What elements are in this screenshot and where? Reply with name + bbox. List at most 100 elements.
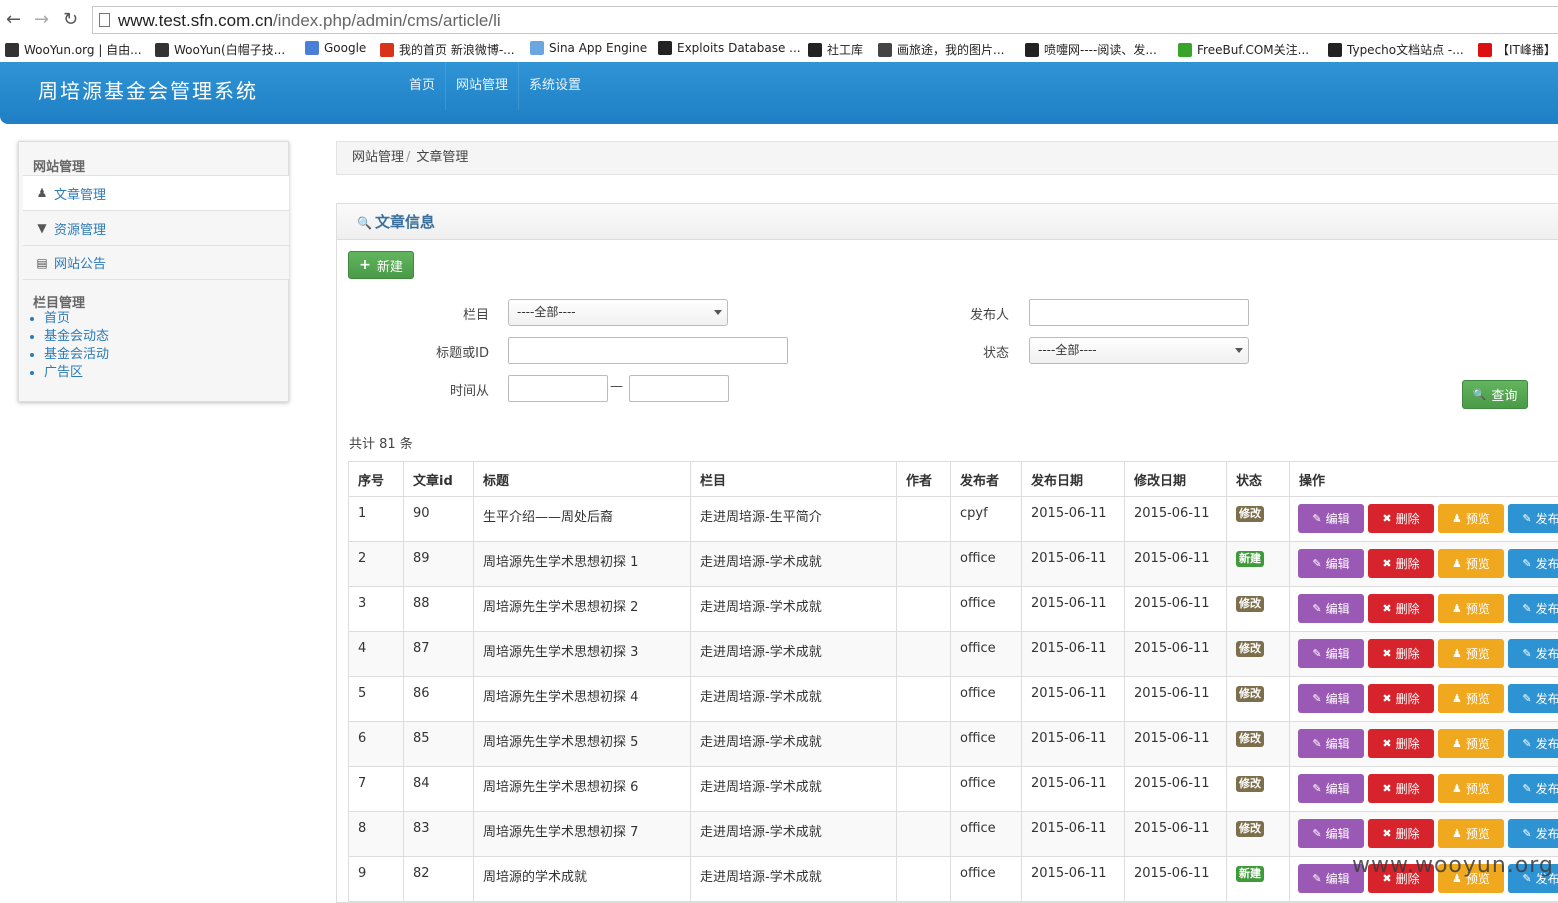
column-link-foundation-news[interactable]: 基金会动态 — [44, 328, 109, 346]
bookmark-item[interactable]: Typecho文档站点 -... — [1328, 41, 1464, 58]
user-icon: ♟ — [1452, 737, 1462, 750]
sidebar-item-articles[interactable]: ♟ 文章管理 — [23, 175, 289, 210]
edit-button[interactable]: ✎编辑 — [1298, 684, 1364, 713]
article-table: 序号文章id标题栏目作者发布者发布日期修改日期状态操作 190生平介绍——周处后… — [348, 461, 1558, 902]
preview-button[interactable]: ♟预览 — [1438, 594, 1504, 623]
edit-button[interactable]: ✎编辑 — [1298, 504, 1364, 533]
edit-icon: ✎ — [1522, 827, 1531, 840]
bookmark-item[interactable]: 画旅途，我的图片... — [878, 41, 1004, 58]
delete-button[interactable]: ✖删除 — [1368, 639, 1434, 668]
date-to-input[interactable] — [629, 375, 729, 402]
reload-icon[interactable]: ↻ — [63, 9, 78, 30]
query-button[interactable]: 🔍 查询 — [1462, 380, 1528, 409]
publish-button[interactable]: ✎发布 — [1508, 504, 1558, 533]
bookmark-item[interactable]: WooYun(白帽子技... — [155, 41, 285, 58]
bookmark-label: WooYun.org | 自由... — [24, 41, 142, 58]
nav-site-management[interactable]: 网站管理 — [446, 62, 519, 110]
bookmark-item[interactable]: 喷嚏网----阅读、发... — [1025, 41, 1157, 58]
delete-button[interactable]: ✖删除 — [1368, 729, 1434, 758]
new-article-button[interactable]: + 新建 — [348, 251, 414, 279]
publish-date: 2015-06-11 — [1022, 497, 1125, 542]
edit-button[interactable]: ✎编辑 — [1298, 729, 1364, 758]
bookmark-item[interactable]: Google — [305, 41, 366, 55]
column-header: 发布者 — [951, 462, 1022, 497]
user-icon: ♟ — [1452, 602, 1462, 615]
bookmark-label: 喷嚏网----阅读、发... — [1044, 41, 1157, 58]
column-link-home[interactable]: 首页 — [44, 310, 109, 328]
bookmark-item[interactable]: FreeBuf.COM关注... — [1178, 41, 1309, 58]
edit-button[interactable]: ✎编辑 — [1298, 819, 1364, 848]
edit-button[interactable]: ✎编辑 — [1298, 549, 1364, 578]
publish-button[interactable]: ✎发布 — [1508, 639, 1558, 668]
preview-button[interactable]: ♟预览 — [1438, 684, 1504, 713]
status-cell: 新建 — [1227, 542, 1290, 587]
column-select[interactable]: ----全部---- — [508, 299, 728, 326]
preview-button[interactable]: ♟预览 — [1438, 729, 1504, 758]
forward-icon[interactable]: → — [34, 9, 49, 30]
column-header: 修改日期 — [1125, 462, 1227, 497]
nav-home[interactable]: 首页 — [399, 62, 446, 110]
delete-button[interactable]: ✖删除 — [1368, 774, 1434, 803]
preview-button[interactable]: ♟预览 — [1438, 819, 1504, 848]
article-column: 走进周培源-学术成就 — [691, 722, 897, 767]
delete-button[interactable]: ✖删除 — [1368, 819, 1434, 848]
bookmark-label: 我的首页 新浪微博-... — [399, 41, 515, 58]
google-icon — [305, 41, 319, 55]
edit-button[interactable]: ✎编辑 — [1298, 594, 1364, 623]
back-icon[interactable]: ← — [6, 9, 21, 30]
trash-icon: ✖ — [1382, 692, 1391, 705]
column-header: 文章id — [404, 462, 474, 497]
status-select[interactable]: ----全部---- — [1029, 337, 1249, 364]
publish-button[interactable]: ✎发布 — [1508, 549, 1558, 578]
bookmark-item[interactable]: 我的首页 新浪微博-... — [380, 41, 515, 58]
bookmark-item[interactable]: 【IT峰播】 — [1478, 41, 1556, 58]
publish-button[interactable]: ✎发布 — [1508, 684, 1558, 713]
delete-button[interactable]: ✖删除 — [1368, 504, 1434, 533]
sidebar-section-title: 网站管理 — [33, 156, 85, 175]
sidebar-item-announcements[interactable]: ▤ 网站公告 — [23, 245, 289, 280]
edit-button[interactable]: ✎编辑 — [1298, 774, 1364, 803]
column-header: 标题 — [474, 462, 691, 497]
address-bar[interactable]: www.test.sfn.com.cn/index.php/admin/cms/… — [92, 6, 1558, 34]
plus-icon: + — [359, 257, 371, 273]
bookmark-item[interactable]: Exploits Database ... — [658, 41, 801, 55]
sidebar-item-label: 资源管理 — [54, 219, 106, 238]
title-or-id-input[interactable] — [508, 337, 788, 364]
nav-system-settings[interactable]: 系统设置 — [519, 62, 591, 110]
edit-button[interactable]: ✎编辑 — [1298, 639, 1364, 668]
status-cell: 修改 — [1227, 767, 1290, 812]
table-header-row: 序号文章id标题栏目作者发布者发布日期修改日期状态操作 — [349, 462, 1558, 497]
publisher-input[interactable] — [1029, 299, 1249, 326]
sidebar-item-resources[interactable]: ▼ 资源管理 — [23, 210, 289, 245]
bookmark-label: WooYun(白帽子技... — [174, 41, 285, 58]
user-icon: ♟ — [1452, 557, 1462, 570]
publish-button[interactable]: ✎发布 — [1508, 774, 1558, 803]
modify-date: 2015-06-11 — [1125, 677, 1227, 722]
publish-button[interactable]: ✎发布 — [1508, 819, 1558, 848]
publish-button[interactable]: ✎发布 — [1508, 729, 1558, 758]
delete-button[interactable]: ✖删除 — [1368, 684, 1434, 713]
delete-button[interactable]: ✖删除 — [1368, 594, 1434, 623]
preview-button[interactable]: ♟预览 — [1438, 504, 1504, 533]
action-label: 删除 — [1396, 600, 1420, 617]
date-from-input[interactable] — [508, 375, 608, 402]
bookmark-item[interactable]: WooYun.org | 自由... — [5, 41, 142, 58]
delete-button[interactable]: ✖删除 — [1368, 549, 1434, 578]
status-cell: 修改 — [1227, 632, 1290, 677]
article-publisher: cpyf — [951, 497, 1022, 542]
breadcrumb-parent[interactable]: 网站管理 — [352, 150, 404, 165]
status-cell: 修改 — [1227, 812, 1290, 857]
article-author — [897, 632, 951, 677]
time-filter-label: 时间从 — [417, 380, 489, 399]
preview-button[interactable]: ♟预览 — [1438, 639, 1504, 668]
edit-icon: ✎ — [1522, 602, 1531, 615]
preview-button[interactable]: ♟预览 — [1438, 549, 1504, 578]
publish-button[interactable]: ✎发布 — [1508, 594, 1558, 623]
column-link-ads[interactable]: 广告区 — [44, 364, 109, 382]
bookmark-item[interactable]: 社工库 — [808, 41, 863, 58]
row-number: 1 — [349, 497, 404, 542]
article-author — [897, 677, 951, 722]
column-link-foundation-events[interactable]: 基金会活动 — [44, 346, 109, 364]
bookmark-item[interactable]: Sina App Engine — [530, 41, 647, 55]
preview-button[interactable]: ♟预览 — [1438, 774, 1504, 803]
